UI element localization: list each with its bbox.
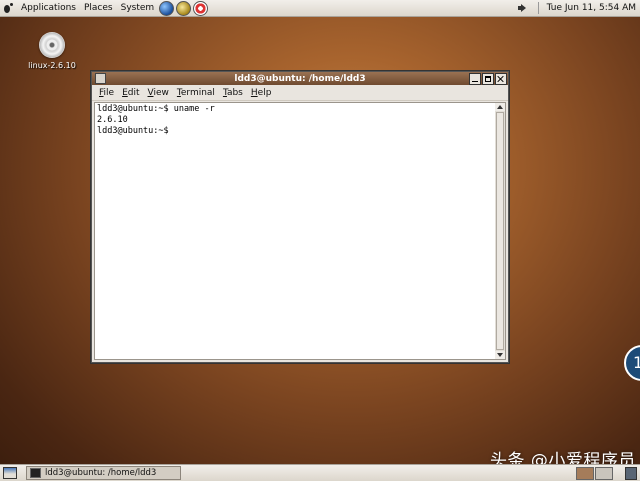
scroll-up-icon[interactable]	[495, 103, 505, 111]
desktop-icon-label: linux-2.6.10	[28, 61, 76, 70]
menu-file[interactable]: File	[95, 88, 118, 98]
trash-icon[interactable]	[625, 466, 637, 480]
close-button[interactable]	[495, 72, 507, 85]
scrollbar-thumb[interactable]	[496, 112, 504, 350]
menu-help[interactable]: Help	[247, 88, 276, 98]
system-tray: Tue Jun 11, 5:54 AM	[517, 2, 640, 14]
bottom-panel: ldd3@ubuntu: /home/ldd3	[0, 464, 640, 481]
email-icon[interactable]	[176, 0, 192, 16]
applications-menu[interactable]: Applications	[17, 3, 80, 13]
volume-icon[interactable]	[517, 3, 528, 13]
gnome-foot-icon[interactable]	[3, 2, 15, 14]
terminal-line: ldd3@ubuntu:~$	[97, 126, 174, 136]
overlay-badge: 1	[624, 345, 640, 381]
menu-edit[interactable]: Edit	[118, 88, 143, 98]
terminal-window: ldd3@ubuntu: /home/ldd3 File Edit View T…	[91, 71, 509, 363]
taskbar-label: ldd3@ubuntu: /home/ldd3	[45, 468, 157, 478]
scroll-down-icon[interactable]	[495, 351, 505, 359]
terminal-icon	[30, 468, 41, 478]
maximize-button[interactable]	[482, 72, 494, 85]
terminal-line: 2.6.10	[97, 115, 128, 125]
title-bar[interactable]: ldd3@ubuntu: /home/ldd3	[92, 72, 508, 85]
vertical-scrollbar[interactable]	[495, 102, 506, 360]
menu-terminal[interactable]: Terminal	[173, 88, 219, 98]
web-browser-icon[interactable]	[159, 0, 175, 16]
workspace-switcher	[575, 466, 613, 480]
taskbar-button-terminal[interactable]: ldd3@ubuntu: /home/ldd3	[26, 466, 181, 480]
workspace-2[interactable]	[595, 466, 613, 480]
workspace-1[interactable]	[576, 466, 594, 480]
terminal-output[interactable]: ldd3@ubuntu:~$ uname -r 2.6.10 ldd3@ubun…	[94, 102, 496, 360]
help-icon[interactable]	[193, 0, 209, 16]
desktop-icon-linux[interactable]: linux-2.6.10	[28, 32, 76, 70]
menu-view[interactable]: View	[144, 88, 173, 98]
minimize-button[interactable]	[469, 72, 481, 85]
terminal-line: ldd3@ubuntu:~$ uname -r	[97, 104, 215, 114]
tray-separator	[537, 2, 539, 14]
clock[interactable]: Tue Jun 11, 5:54 AM	[543, 3, 640, 13]
show-desktop-icon[interactable]	[3, 467, 17, 479]
top-panel: Applications Places System Tue Jun 11, 5…	[0, 0, 640, 17]
terminal-menubar: File Edit View Terminal Tabs Help	[92, 85, 508, 101]
window-menu-icon[interactable]	[95, 73, 106, 84]
window-title: ldd3@ubuntu: /home/ldd3	[234, 73, 366, 84]
menu-tabs[interactable]: Tabs	[219, 88, 247, 98]
system-menu[interactable]: System	[117, 3, 159, 13]
cdrom-icon[interactable]	[39, 32, 65, 58]
places-menu[interactable]: Places	[80, 3, 117, 13]
